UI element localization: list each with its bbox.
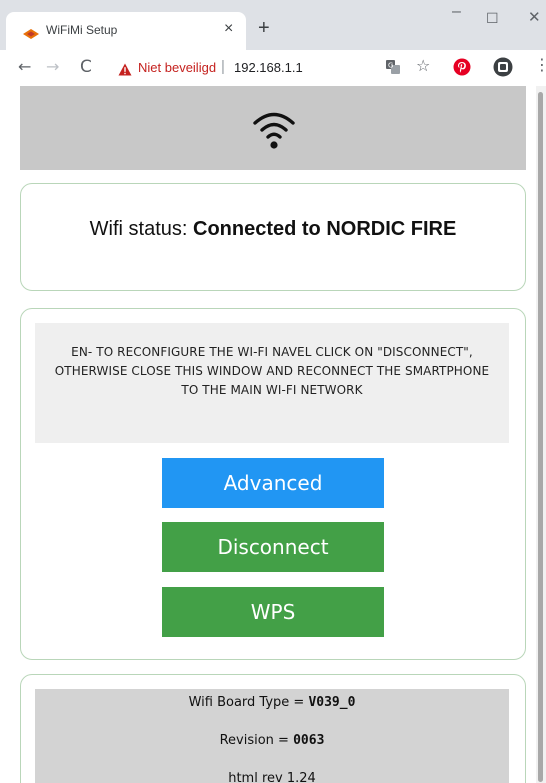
config-card: EN- TO RECONFIGURE THE WI-FI NAVEL CLICK… xyxy=(20,308,526,660)
menu-icon[interactable]: ⋮ xyxy=(534,56,546,74)
reconfigure-notice: EN- TO RECONFIGURE THE WI-FI NAVEL CLICK… xyxy=(54,345,490,397)
translate-icon[interactable]: G xyxy=(385,59,401,79)
notice-box: EN- TO RECONFIGURE THE WI-FI NAVEL CLICK… xyxy=(35,323,509,443)
wps-button[interactable]: WPS xyxy=(162,587,384,637)
board-info-card: Wifi Board Type = V039_0 Revision = 0063… xyxy=(20,674,526,783)
url-separator: | xyxy=(221,58,225,75)
minimize-icon[interactable]: – xyxy=(452,4,461,20)
scrollbar-thumb[interactable] xyxy=(538,92,543,782)
revision-label: Revision = xyxy=(219,733,289,748)
board-type-label: Wifi Board Type = xyxy=(188,695,305,710)
disconnect-button[interactable]: Disconnect xyxy=(162,522,384,572)
extension-icon[interactable] xyxy=(493,57,513,81)
reload-icon[interactable]: C xyxy=(80,58,92,76)
maximize-icon[interactable]: ☐ xyxy=(486,10,499,26)
wifi-status-card: Wifi status: Connected to NORDIC FIRE xyxy=(20,183,526,291)
tab-close-icon[interactable]: × xyxy=(224,20,233,38)
close-window-icon[interactable]: ✕ xyxy=(528,10,541,26)
forward-icon[interactable]: → xyxy=(46,58,59,76)
html-revision: html rev 1.24 xyxy=(228,771,316,783)
wifi-status-value: Connected to NORDIC FIRE xyxy=(193,218,457,240)
wifimi-favicon-icon xyxy=(22,25,40,39)
revision-line: Revision = 0063 xyxy=(35,733,509,748)
advanced-button[interactable]: Advanced xyxy=(162,458,384,508)
new-tab-icon[interactable]: + xyxy=(258,18,270,38)
wifi-status-label: Wifi status: xyxy=(89,218,188,240)
wifi-status: Wifi status: Connected to NORDIC FIRE xyxy=(21,218,525,241)
browser-tab[interactable]: WiFiMi Setup × xyxy=(6,12,246,50)
security-status-label[interactable]: Niet beveiligd xyxy=(138,60,216,75)
address-bar-url[interactable]: 192.168.1.1 xyxy=(234,60,303,75)
board-info-box: Wifi Board Type = V039_0 Revision = 0063… xyxy=(35,689,509,783)
tab-bar: WiFiMi Setup × + – ☐ ✕ xyxy=(0,0,546,50)
svg-text:G: G xyxy=(388,62,393,70)
page-header xyxy=(20,86,526,170)
wifi-icon xyxy=(252,110,296,154)
tab-title: WiFiMi Setup xyxy=(46,23,118,37)
board-type-line: Wifi Board Type = V039_0 xyxy=(35,695,509,710)
browser-toolbar: ← → C Niet beveiligd | 192.168.1.1 G ☆ ⋮ xyxy=(0,50,546,86)
star-icon[interactable]: ☆ xyxy=(416,56,430,75)
pinterest-icon[interactable] xyxy=(453,58,471,80)
warning-icon[interactable] xyxy=(118,61,132,80)
page-viewport: Wifi status: Connected to NORDIC FIRE EN… xyxy=(0,86,546,783)
back-icon[interactable]: ← xyxy=(18,58,31,76)
board-type-value: V039_0 xyxy=(308,695,356,710)
revision-value: 0063 xyxy=(293,733,325,748)
